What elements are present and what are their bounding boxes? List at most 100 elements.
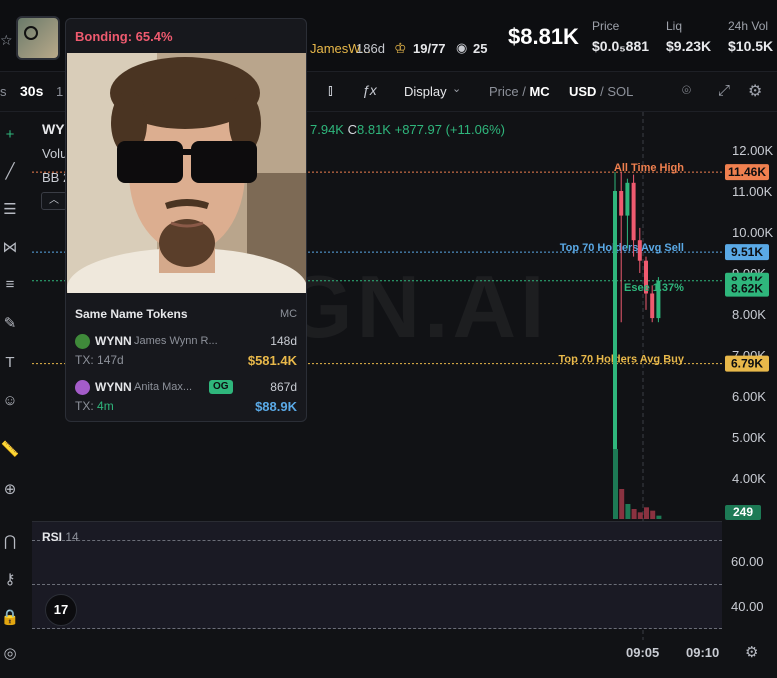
reference-badge: [725, 244, 769, 261]
price-mc-toggle[interactable]: Price / MC: [489, 84, 550, 99]
volume-bar: [644, 507, 649, 519]
token-symbol: WYNN: [95, 380, 132, 394]
expand-icon[interactable]: ⤢: [718, 82, 730, 99]
price-toggle-label[interactable]: Price: [489, 84, 519, 99]
bonding-progress: Bonding: 65.4%: [75, 29, 173, 44]
token-image: [67, 53, 306, 293]
rsi-label: RSI 14: [42, 530, 79, 544]
projection-icon[interactable]: ≡: [0, 276, 20, 293]
token-symbol: WYNN: [95, 334, 132, 348]
sol-toggle-label[interactable]: SOL: [607, 84, 633, 99]
mc-column-header: MC: [280, 308, 298, 320]
reference-badge: [725, 164, 769, 181]
reference-line-label: All Time High: [614, 162, 684, 174]
rsi-pane[interactable]: [32, 521, 722, 629]
lock-drawing-icon[interactable]: ⚷: [0, 570, 20, 588]
mc-toggle-label[interactable]: MC: [529, 84, 549, 99]
y-axis-tick: 9.00K: [732, 266, 766, 281]
volume-bar: [656, 515, 662, 519]
token-mc: $581.4K: [247, 353, 297, 368]
gear-icon[interactable]: ⚙: [748, 81, 762, 101]
stat-value-vol: $10.5K: [728, 38, 774, 54]
token-name: James Wynn R...: [134, 335, 218, 347]
legend-close-prefix: C: [347, 122, 357, 137]
same-name-token-row[interactable]: WYNN James Wynn R... 148d TX: 147d $581.…: [75, 333, 299, 373]
token-icon: [75, 380, 90, 395]
brush-icon[interactable]: ✎: [0, 314, 20, 332]
legend-close: 8.81K: [357, 122, 391, 137]
legend-ohlc: 7.94K C8.81K +877.97 (+11.06%): [310, 122, 505, 137]
candle-body: [631, 182, 636, 241]
volume-bar: [625, 504, 631, 519]
magnet-icon[interactable]: ⋂: [0, 532, 20, 550]
display-button[interactable]: Display: [404, 84, 447, 99]
pattern-icon[interactable]: ⋈: [0, 238, 20, 256]
tradingview-logo[interactable]: 17: [45, 594, 77, 626]
price-badge-value: 8.62K: [731, 282, 763, 296]
candle-body: [637, 240, 642, 261]
y-axis-tick: 4.00K: [732, 471, 766, 486]
token-tx-value: 4m: [97, 399, 114, 413]
interval-partial-left[interactable]: s: [0, 84, 7, 99]
bonding-label: Bonding:: [75, 29, 133, 44]
fib-icon[interactable]: ☰: [0, 200, 20, 218]
gear-icon[interactable]: ⚙: [745, 643, 758, 661]
token-icon: [75, 334, 90, 349]
volume-bar: [619, 489, 625, 519]
price-badge: [725, 280, 769, 297]
usd-sol-toggle[interactable]: USD / SOL: [569, 84, 633, 99]
token-tx: TX: 147d: [75, 353, 124, 367]
rsi-period: 14: [65, 530, 79, 544]
usd-toggle-label[interactable]: USD: [569, 84, 596, 99]
trend-line-icon[interactable]: ╱: [0, 162, 20, 180]
y-axis-tick: 8.00K: [732, 307, 766, 322]
time-tick-0905: 09:05: [626, 645, 660, 660]
search-icon: [24, 26, 38, 40]
star-icon[interactable]: ☆: [0, 32, 13, 49]
token-name: Anita Max...: [134, 381, 193, 393]
indicators-icon[interactable]: ƒx: [362, 82, 377, 98]
volume-bar: [650, 510, 656, 519]
candles-icon[interactable]: ⫾: [328, 82, 333, 99]
indicator-volume[interactable]: Volu: [42, 146, 67, 161]
reference-badge-value: 6.79K: [731, 357, 763, 371]
volume-bar: [637, 512, 643, 519]
chevron-down-icon[interactable]: ⌄: [452, 82, 461, 95]
stat-label-liq: Liq: [666, 19, 683, 33]
price-badge: [725, 272, 769, 289]
stat-label-vol: 24h Vol: [728, 19, 769, 33]
zoom-in-icon[interactable]: ⊕: [0, 480, 20, 498]
bonding-value: 65.4%: [135, 29, 173, 44]
token-age: 186d: [356, 41, 385, 56]
legend-ohlc-partial: 7.94K: [310, 122, 344, 137]
candle-body: [619, 191, 624, 216]
market-cap-value: $8.81K: [508, 24, 579, 49]
watchers-count: 25: [473, 41, 488, 56]
emoji-icon[interactable]: ☺: [0, 392, 20, 409]
token-mc: $88.9K: [255, 399, 297, 414]
visibility-icon[interactable]: ◎: [0, 644, 20, 662]
y-axis-tick: 12.00K: [732, 143, 774, 158]
time-tick-0910: 09:10: [686, 645, 720, 660]
rsi-tick-40: 40.00: [731, 599, 764, 614]
crosshair-icon[interactable]: +: [0, 126, 20, 143]
crown-icon: ♔: [394, 40, 407, 56]
collapse-legend-button[interactable]: ︿: [41, 192, 67, 210]
same-name-tokens-title: Same Name Tokens: [75, 307, 188, 321]
interval-30s[interactable]: 30s: [20, 83, 43, 99]
same-name-token-row[interactable]: WYNN Anita Max... OG 867d TX: 4m $88.9K: [75, 379, 299, 419]
y-axis-tick: 7.00K: [732, 348, 766, 363]
og-badge: OG: [209, 380, 233, 394]
text-icon[interactable]: T: [0, 354, 20, 371]
y-axis-tick: 6.00K: [732, 389, 766, 404]
volume-badge-value: 249: [733, 505, 753, 519]
token-tx-value: 147d: [97, 353, 124, 367]
reference-badge: [725, 355, 769, 372]
ruler-icon[interactable]: 📏: [0, 440, 20, 458]
camera-icon[interactable]: ⌾: [682, 82, 691, 99]
token-avatar[interactable]: [16, 16, 60, 60]
lock-icon[interactable]: 🔒: [0, 608, 20, 626]
candle-body: [650, 293, 655, 319]
token-hover-card: Bonding: 65.4% Same Name Tokens MC WYNN …: [65, 18, 307, 422]
interval-partial-right[interactable]: 1: [56, 84, 63, 99]
